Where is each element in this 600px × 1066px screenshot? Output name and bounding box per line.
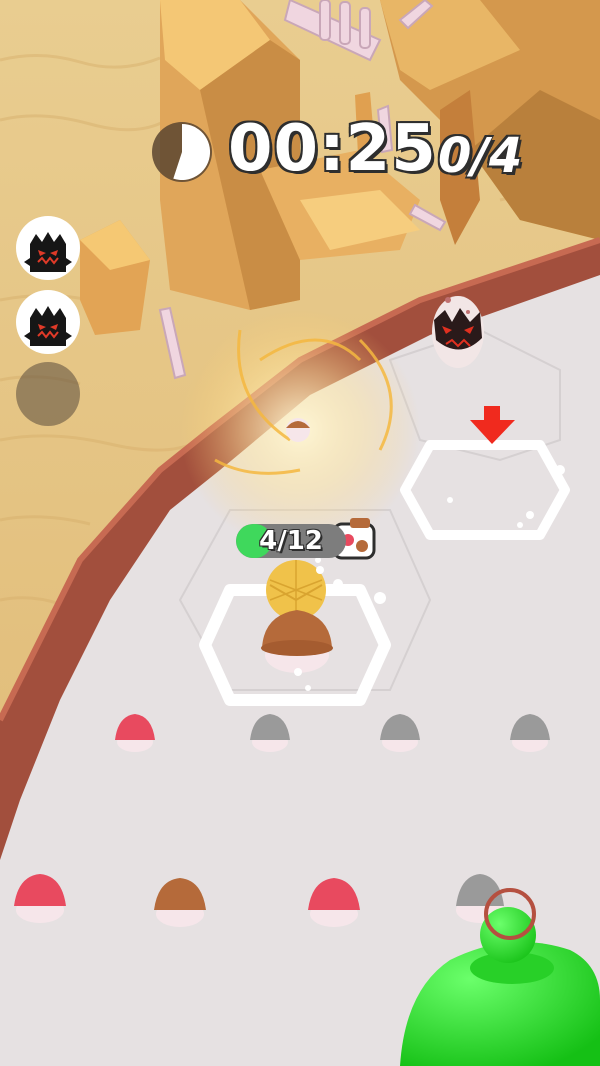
eggs-collected-counter: 0/4: [438, 128, 523, 184]
dark-egg-monster-icon: [17, 291, 79, 353]
small-collectible: [286, 418, 310, 442]
carry-capacity-text: 4/12: [259, 526, 323, 556]
timer-text: 00:25: [228, 112, 437, 186]
dark-egg-monster-icon: [17, 217, 79, 279]
boss-queue-slot: [16, 290, 80, 354]
carry-capacity-bar: 4/12: [236, 524, 346, 558]
boss-queue-slot: [16, 216, 80, 280]
timer-icon: [152, 122, 212, 182]
boss-queue-slot: [16, 362, 80, 426]
egg-monster: [432, 296, 484, 368]
